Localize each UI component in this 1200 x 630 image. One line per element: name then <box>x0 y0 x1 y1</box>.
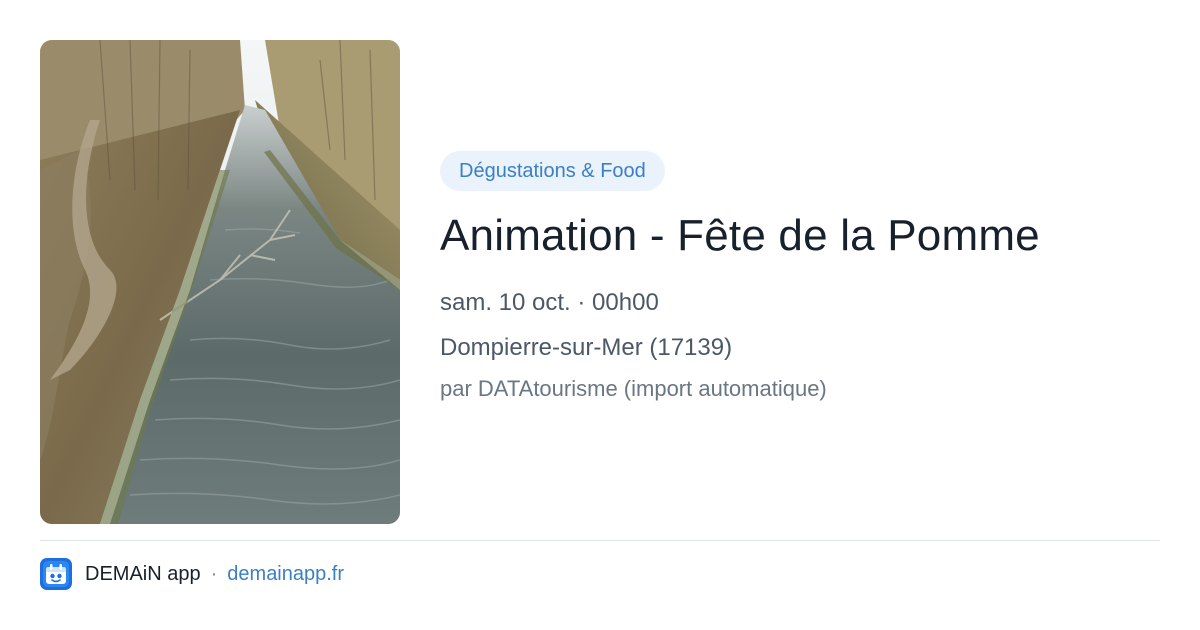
event-source: par DATAtourisme (import automatique) <box>440 376 827 401</box>
event-location: Dompierre-sur-Mer (17139) <box>440 334 733 361</box>
event-photo <box>40 40 400 524</box>
app-domain-link[interactable]: demainapp.fr <box>227 563 344 586</box>
category-badge[interactable]: Dégustations & Food <box>440 151 665 191</box>
canal-landscape-illustration <box>40 40 400 524</box>
footer: DEMAiN app · demainapp.fr <box>40 558 344 590</box>
event-title: Animation - Fête de la Pomme <box>440 211 1040 260</box>
app-name: DEMAiN app <box>85 562 201 585</box>
event-details: Dégustations & Food Animation - Fête de … <box>440 151 1160 403</box>
footer-separator: · <box>210 562 218 585</box>
footer-divider <box>40 540 1160 541</box>
event-datetime: sam. 10 oct. · 00h00 <box>440 289 659 316</box>
demain-app-icon[interactable] <box>40 558 72 590</box>
